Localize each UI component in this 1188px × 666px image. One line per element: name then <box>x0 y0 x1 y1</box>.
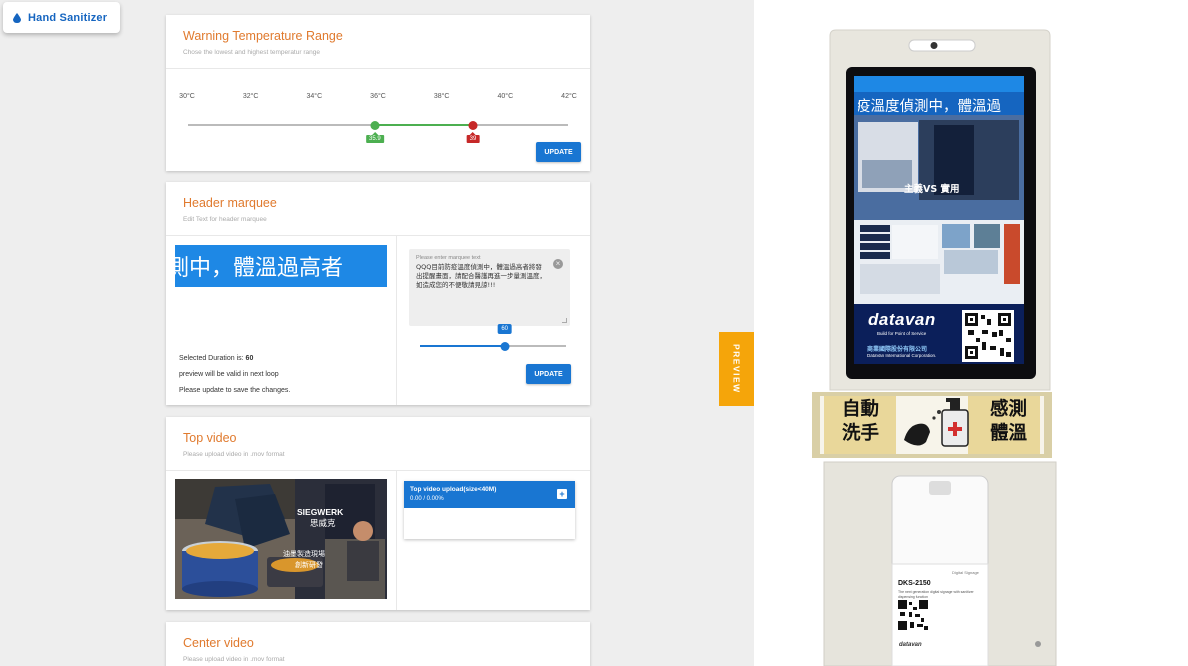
temperature-tick: 34°C <box>306 93 323 100</box>
card-subtitle: Edit Text for header marquee <box>183 216 267 223</box>
temperature-tick: 32°C <box>242 93 259 100</box>
update-marquee-button[interactable]: UPDATE <box>526 364 571 384</box>
duration-info: Selected Duration is: 60 <box>179 355 253 362</box>
column-divider <box>396 236 397 405</box>
preview-note: preview will be valid in next loop <box>179 371 279 378</box>
card-title: Top video <box>183 431 237 445</box>
card-subtitle: Chose the lowest and highest temperatur … <box>183 49 320 56</box>
kiosk-model-type: Digital Signage <box>952 570 979 575</box>
card-title: Header marquee <box>183 196 277 210</box>
temperature-range-slider[interactable]: 35.9 39 <box>188 120 568 143</box>
marquee-text-input[interactable]: Please enter marquee text QQQ目前防疫溫度偵測中，體… <box>409 249 570 326</box>
temperature-tick: 38°C <box>433 93 450 100</box>
top-video-card: Top video Please upload video in .mov fo… <box>166 417 590 610</box>
temperature-tick: 40°C <box>497 93 514 100</box>
clear-icon[interactable]: × <box>553 259 563 269</box>
low-temperature-value: 35.9 <box>365 135 384 143</box>
marquee-preview: 測中，體溫過高者 <box>175 245 387 287</box>
save-note: Please update to save the changes. <box>179 387 291 394</box>
kiosk-brand-tagline: Build for Point of Service <box>877 331 927 336</box>
add-file-icon[interactable]: + <box>557 489 567 499</box>
preview-tab[interactable]: PREVIEW <box>719 332 754 406</box>
update-temperature-button[interactable]: UPDATE <box>536 142 581 162</box>
range-fill <box>374 124 473 126</box>
droplet-icon <box>13 12 21 23</box>
kiosk-brand-logo: datavan <box>868 310 936 329</box>
marquee-input-placeholder: Please enter marquee text <box>416 255 481 261</box>
upload-title: Top video upload(size<40M) <box>410 486 497 493</box>
header-marquee-card: Header marquee Edit Text for header marq… <box>166 182 590 405</box>
duration-slider-value: 60 <box>497 324 513 334</box>
app-badge[interactable]: Hand Sanitizer <box>3 2 120 33</box>
card-subtitle: Please upload video in .mov format <box>183 656 285 663</box>
card-title: Warning Temperature Range <box>183 29 343 43</box>
kiosk-model-name: DKS-2150 <box>898 580 931 587</box>
sticker-right-text: 感測 體溫 <box>990 398 1027 446</box>
video-subtitle-2: 創新研發 <box>295 561 323 569</box>
marquee-preview-text: 測中，體溫過高者 <box>175 256 344 281</box>
kiosk-marquee-text: 疫溫度偵測中，體溫過 <box>858 99 1001 115</box>
kiosk-company-cn: 商業國際股份有限公司 <box>867 346 928 353</box>
column-divider <box>396 471 397 610</box>
resize-handle[interactable] <box>562 318 567 323</box>
temperature-tick: 36°C <box>370 93 386 100</box>
sticker-left-text: 自動 洗手 <box>842 398 879 446</box>
card-title: Center video <box>183 636 254 650</box>
temperature-tick: 30°C <box>179 93 195 100</box>
top-video-preview[interactable]: SIEGWERK 思威克 油墨製造現場 創新研發 <box>175 479 387 599</box>
kiosk-screen-text: 主義VS 實用 <box>904 184 960 195</box>
video-frame-image <box>175 479 387 599</box>
video-caption-en: SIEGWERK <box>297 507 344 517</box>
video-subtitle-1: 油墨製造現場 <box>283 550 325 558</box>
kiosk-bottom-brand: datavan <box>899 642 922 648</box>
temperature-range-card: Warning Temperature Range Chose the lowe… <box>166 15 590 171</box>
card-subtitle: Please upload video in .mov format <box>183 451 285 458</box>
high-temperature-handle[interactable] <box>468 120 478 130</box>
low-temperature-handle[interactable] <box>370 120 380 130</box>
upload-header: Top video upload(size<40M) 0.00 / 0.00% … <box>404 481 575 508</box>
preview-tab-label: PREVIEW <box>731 344 742 394</box>
duration-slider[interactable]: 60 <box>420 324 566 351</box>
sticker-right-line-2: 體溫 <box>990 423 1028 444</box>
kiosk-preview: 疫溫度偵測中，體溫過 主義VS 實用 datavan Build for Poi… <box>754 0 1188 666</box>
top-video-upload[interactable]: Top video upload(size<40M) 0.00 / 0.00% … <box>404 481 575 539</box>
duration-value: 60 <box>245 355 254 362</box>
upload-progress: 0.00 / 0.00% <box>410 496 444 502</box>
sticker-right-line-1: 感測 <box>990 399 1028 420</box>
kiosk-screen-marquee: 疫溫度偵測中，體溫過 <box>858 93 1022 115</box>
kiosk-model-desc: The next generation digital signage with… <box>898 590 974 599</box>
center-video-card: Center video Please upload video in .mov… <box>166 622 590 666</box>
settings-panel: Hand Sanitizer Warning Temperature Range… <box>0 0 754 666</box>
temperature-tick: 42°C <box>561 93 577 100</box>
marquee-input-value: QQQ目前防疫溫度偵測中，體溫過高者將發出提醒畫面，請配合醫護再進一步量測溫度，… <box>416 263 546 289</box>
video-caption-cn: 思威克 <box>310 519 336 529</box>
kiosk-company-en: DataVan International Corporation. <box>867 353 937 358</box>
duration-label: Selected Duration is: <box>179 355 244 362</box>
temperature-ticks: 30°C 32°C 34°C 36°C 38°C 40°C 42°C <box>179 93 577 103</box>
high-temperature-value: 39 <box>466 135 480 143</box>
sticker-left-line-2: 洗手 <box>842 423 880 444</box>
duration-handle[interactable] <box>500 341 510 351</box>
duration-fill <box>420 345 505 347</box>
sticker-left-line-1: 自動 <box>842 399 880 420</box>
app-name: Hand Sanitizer <box>28 11 108 24</box>
